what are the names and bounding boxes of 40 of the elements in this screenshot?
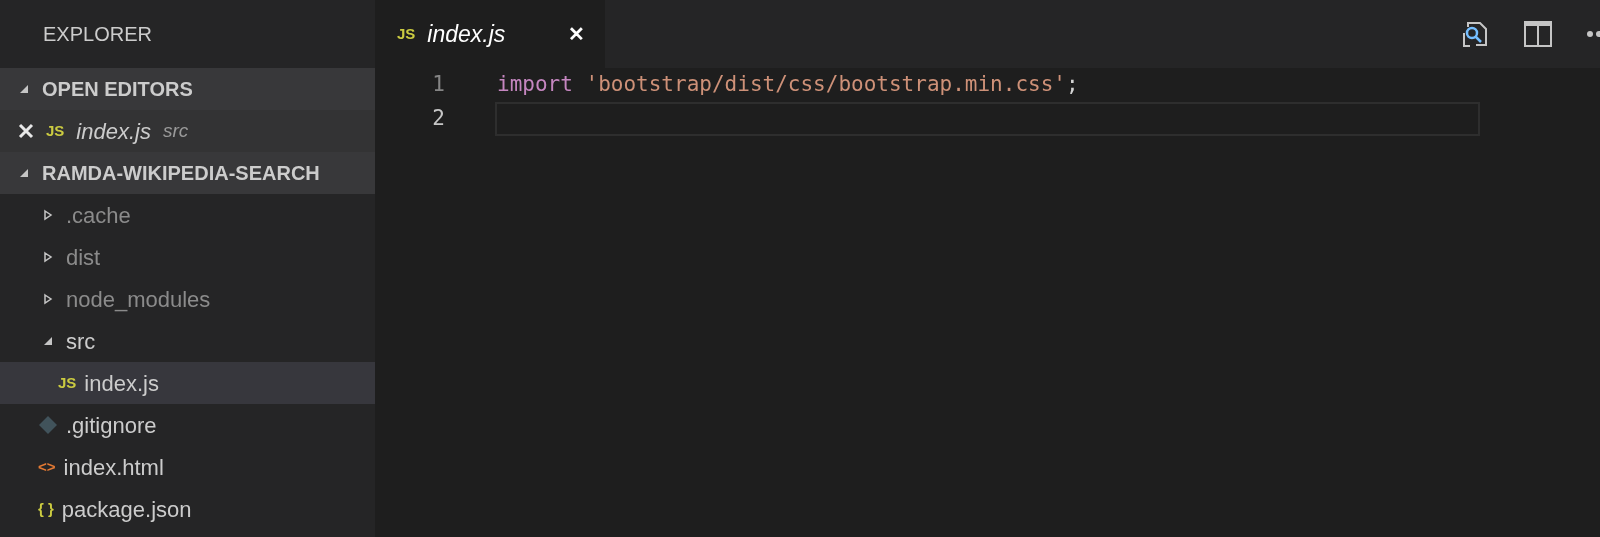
file-name: .cache bbox=[66, 201, 131, 230]
file-type-icon: JS bbox=[397, 22, 416, 46]
tree-item[interactable]: src bbox=[0, 320, 375, 362]
file-type-icon: JS bbox=[46, 119, 65, 143]
folder-name: src bbox=[162, 118, 189, 143]
file-name: package.json bbox=[61, 495, 192, 524]
close-button[interactable]: ✕ bbox=[568, 19, 585, 49]
tree-item[interactable]: { } package.json bbox=[0, 488, 375, 530]
tab-label: index.js bbox=[427, 19, 506, 49]
file-name: dist bbox=[66, 243, 101, 272]
file-type-icon: { } bbox=[38, 497, 54, 521]
file-name: index.js bbox=[76, 117, 151, 146]
file-name: node_modules bbox=[66, 285, 211, 314]
file-name: index.js bbox=[84, 369, 159, 398]
search-document-icon[interactable] bbox=[1460, 19, 1490, 49]
tree-item[interactable]: JS index.js bbox=[0, 362, 375, 404]
diamond-icon bbox=[38, 415, 58, 435]
split-editor-icon[interactable] bbox=[1524, 21, 1552, 47]
section-title: RAMDA-WIKIPEDIA-SEARCH bbox=[42, 161, 320, 186]
file-type-icon: JS bbox=[58, 371, 77, 395]
close-icon[interactable] bbox=[18, 123, 34, 139]
line-number: 2 bbox=[431, 105, 445, 133]
tree-item[interactable]: .cache bbox=[0, 194, 375, 236]
section-header[interactable]: RAMDA-WIKIPEDIA-SEARCH bbox=[0, 152, 375, 194]
section-header[interactable]: OPEN EDITORS bbox=[0, 68, 375, 110]
section-title: OPEN EDITORS bbox=[42, 77, 193, 102]
line-number: 1 bbox=[431, 71, 445, 99]
file-type-icon: <> bbox=[38, 455, 56, 479]
tree-item[interactable]: <> index.html bbox=[0, 446, 375, 488]
open-editor-item[interactable]: JS index.js src bbox=[0, 110, 375, 152]
file-name: .gitignore bbox=[66, 411, 157, 440]
tree-item[interactable]: node_modules bbox=[0, 278, 375, 320]
file-name: index.html bbox=[63, 453, 164, 482]
editor-tab[interactable]: JS index.js ✕ bbox=[375, 0, 605, 68]
tree-item[interactable]: .gitignore bbox=[0, 404, 375, 446]
code-line: import 'bootstrap/dist/css/bootstrap.min.css'; bbox=[496, 71, 1080, 99]
file-name: src bbox=[66, 327, 96, 356]
more-icon[interactable] bbox=[1586, 30, 1600, 38]
sidebar-title: EXPLORER bbox=[43, 22, 152, 47]
tree-item[interactable]: dist bbox=[0, 236, 375, 278]
